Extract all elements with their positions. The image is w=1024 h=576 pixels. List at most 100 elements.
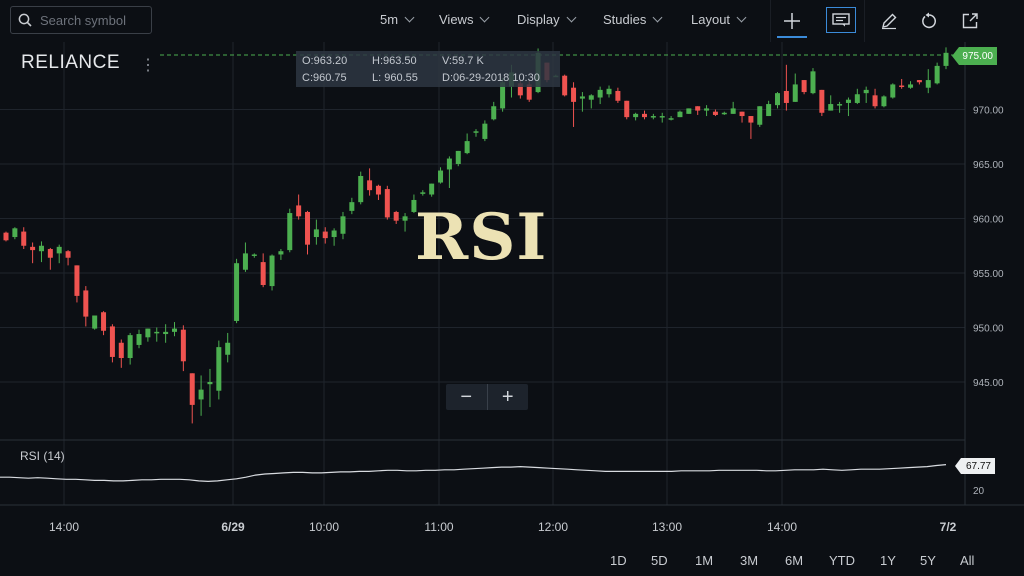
- interval-dropdown[interactable]: 5m: [380, 12, 415, 27]
- range-3m[interactable]: 3M: [740, 553, 758, 568]
- price-tick-label: 970.00: [973, 106, 1004, 117]
- range-5d[interactable]: 5D: [651, 553, 668, 568]
- rsi-axis-tick: 20: [973, 486, 985, 497]
- range-1y[interactable]: 1Y: [880, 553, 896, 568]
- candle: [234, 258, 240, 324]
- candle-body: [783, 90, 789, 103]
- candle-body: [721, 112, 727, 115]
- undo-icon: [922, 12, 936, 29]
- candle-body: [278, 251, 284, 255]
- candle: [571, 82, 577, 127]
- range-1d[interactable]: 1D: [610, 553, 627, 568]
- symbol-title[interactable]: RELIANCE: [21, 52, 120, 74]
- candle: [269, 254, 275, 291]
- candle: [473, 129, 479, 137]
- candle-body: [251, 254, 257, 256]
- candle: [482, 120, 488, 142]
- candle-body: [56, 246, 62, 254]
- candle-body: [118, 342, 124, 359]
- zoom-in-button[interactable]: +: [488, 384, 529, 410]
- candle: [828, 95, 834, 111]
- toolbar-divider: [770, 0, 771, 42]
- candle: [677, 110, 683, 118]
- candle: [296, 194, 302, 220]
- price-tick-label: 965.00: [973, 160, 1004, 171]
- range-1m[interactable]: 1M: [695, 553, 713, 568]
- candle: [916, 80, 922, 85]
- layout-label: Layout: [691, 12, 731, 27]
- candle: [429, 183, 435, 197]
- candle: [38, 241, 44, 263]
- candle-body: [633, 113, 639, 118]
- candle: [588, 94, 594, 109]
- views-dropdown[interactable]: Views: [439, 12, 490, 27]
- search-icon: [18, 13, 32, 27]
- candle-body: [615, 90, 621, 101]
- candle-body: [340, 216, 346, 234]
- rsi-overlay-title: RSI: [415, 200, 548, 275]
- last-price-tag: 975.00: [952, 47, 997, 65]
- range-5y[interactable]: 5Y: [920, 553, 936, 568]
- symbol-search[interactable]: [10, 6, 152, 34]
- candle: [189, 373, 195, 424]
- top-toolbar: 5m Views Display Studies Layout: [0, 0, 1024, 42]
- candle: [837, 101, 843, 113]
- candle-body: [198, 389, 204, 400]
- candle-body: [12, 228, 18, 238]
- candle-body: [234, 263, 240, 321]
- price-tick-label: 950.00: [973, 324, 1004, 335]
- range-6m[interactable]: 6M: [785, 553, 803, 568]
- candle-body: [287, 213, 293, 251]
- candle: [127, 332, 133, 365]
- candle: [47, 247, 53, 270]
- rsi-study-label[interactable]: RSI (14): [20, 449, 65, 463]
- undo-button[interactable]: [914, 6, 944, 36]
- candle-body: [101, 312, 107, 331]
- search-input[interactable]: [38, 11, 147, 29]
- candle: [358, 171, 364, 205]
- candle: [384, 185, 390, 220]
- crosshair-button[interactable]: [777, 6, 807, 38]
- candle-body: [438, 170, 444, 183]
- candle-body: [269, 255, 275, 287]
- candle: [748, 116, 754, 139]
- draw-button[interactable]: [874, 6, 904, 36]
- candle: [863, 86, 869, 103]
- candle: [145, 328, 151, 342]
- candle: [783, 64, 789, 111]
- candle-body: [21, 231, 27, 246]
- comment-button[interactable]: [826, 7, 856, 33]
- candle: [943, 47, 949, 70]
- symbol-menu-icon[interactable]: ⋮: [140, 55, 156, 75]
- candle-body: [331, 230, 337, 238]
- candle: [766, 100, 772, 117]
- range-ytd[interactable]: YTD: [829, 553, 855, 568]
- candle: [695, 106, 701, 115]
- range-all[interactable]: All: [960, 553, 974, 568]
- display-dropdown[interactable]: Display: [517, 12, 577, 27]
- share-button[interactable]: [955, 6, 985, 36]
- candle-body: [748, 116, 754, 123]
- candle-body: [872, 95, 878, 107]
- candle: [207, 368, 213, 408]
- ohlc-tooltip: O:963.20 H:963.50 V:59.7 K C:960.75 L: 9…: [296, 51, 560, 87]
- candle-body: [358, 175, 364, 203]
- candle: [367, 168, 373, 196]
- candle-body: [641, 113, 647, 118]
- candle: [92, 315, 98, 330]
- studies-dropdown[interactable]: Studies: [603, 12, 663, 27]
- candle-body: [908, 84, 914, 88]
- layout-dropdown[interactable]: Layout: [691, 12, 747, 27]
- time-axis: 14:00 6/29 10:00 11:00 12:00 13:00 14:00 7/2: [49, 520, 957, 534]
- candle: [349, 197, 355, 215]
- candle: [704, 105, 710, 117]
- rsi-line: [0, 464, 947, 483]
- candle-body: [579, 96, 585, 99]
- candle: [721, 111, 727, 115]
- candle: [491, 101, 497, 121]
- views-label: Views: [439, 12, 474, 27]
- candle: [854, 88, 860, 105]
- candle-body: [154, 331, 160, 334]
- zoom-out-button[interactable]: −: [446, 384, 487, 410]
- candle-body: [464, 141, 470, 154]
